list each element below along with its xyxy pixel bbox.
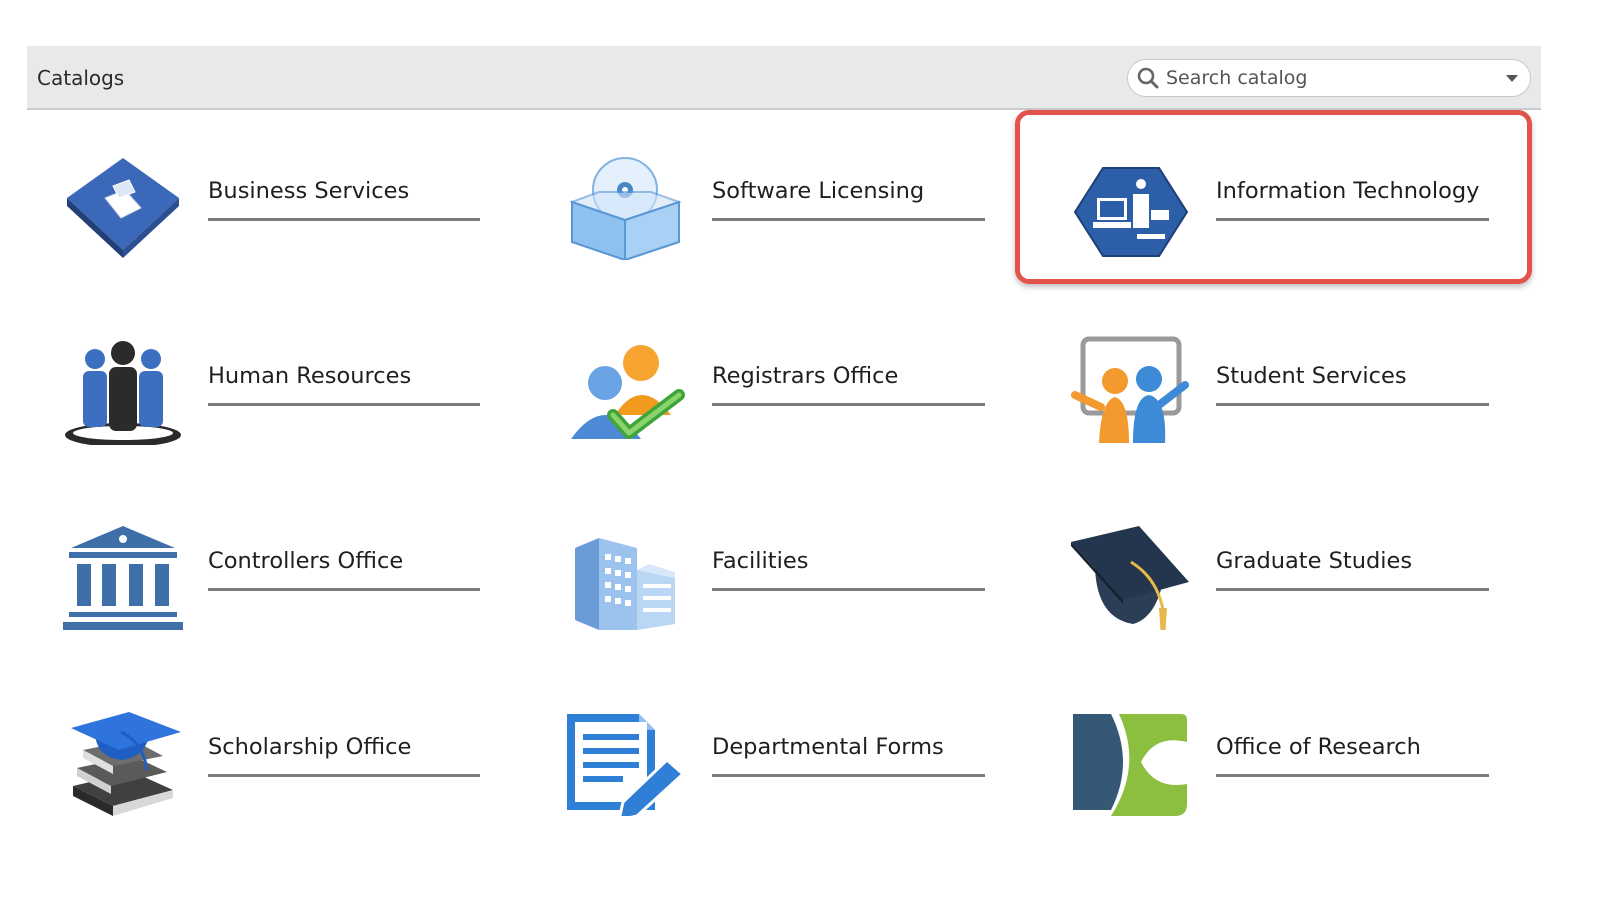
catalog-tile-graduate-studies[interactable]: Graduate Studies xyxy=(1071,510,1531,640)
catalog-tile-office-of-research[interactable]: Office of Research xyxy=(1071,696,1531,826)
catalog-tile-facilities[interactable]: Facilities xyxy=(567,510,1027,640)
search-catalog-box[interactable] xyxy=(1127,59,1531,97)
catalog-tile-controllers-office[interactable]: Controllers Office xyxy=(63,510,523,640)
research-logo-icon xyxy=(1073,714,1187,816)
catalog-tile-student-services[interactable]: Student Services xyxy=(1071,325,1531,455)
divider xyxy=(1216,774,1489,777)
divider xyxy=(712,774,985,777)
catalog-tile-business-services[interactable]: Business Services xyxy=(63,140,523,270)
catalog-label: Scholarship Office xyxy=(208,734,412,760)
divider xyxy=(712,588,985,591)
catalog-label: Software Licensing xyxy=(712,178,925,204)
catalog-label: Departmental Forms xyxy=(712,734,944,760)
catalog-tile-departmental-forms[interactable]: Departmental Forms xyxy=(567,696,1027,826)
divider xyxy=(712,403,985,406)
catalog-label: Controllers Office xyxy=(208,548,404,574)
user-check-icon xyxy=(571,345,685,439)
divider xyxy=(208,218,480,221)
divider xyxy=(208,774,480,777)
catalog-tile-human-resources[interactable]: Human Resources xyxy=(63,325,523,455)
divider xyxy=(208,588,480,591)
catalog-label: Student Services xyxy=(1216,363,1407,389)
page-title: Catalogs xyxy=(37,66,125,90)
highlight-annotation xyxy=(1015,110,1532,284)
catalog-tile-registrars-office[interactable]: Registrars Office xyxy=(567,325,1027,455)
software-box-icon xyxy=(569,157,683,260)
divider xyxy=(208,403,480,406)
chevron-down-icon[interactable] xyxy=(1506,75,1518,82)
divider xyxy=(1216,588,1489,591)
catalog-tile-scholarship-office[interactable]: Scholarship Office xyxy=(63,696,523,826)
search-icon xyxy=(1137,67,1159,89)
books-cap-icon xyxy=(71,712,181,816)
folder-icon xyxy=(67,158,179,258)
catalog-label: Human Resources xyxy=(208,363,412,389)
people-group-icon xyxy=(65,341,181,445)
catalog-label: Graduate Studies xyxy=(1216,548,1413,574)
form-edit-icon xyxy=(567,714,686,816)
catalog-label: Facilities xyxy=(712,548,809,574)
office-building-icon xyxy=(575,538,675,630)
catalog-label: Business Services xyxy=(208,178,410,204)
search-input[interactable] xyxy=(1166,64,1486,92)
catalog-header: Catalogs xyxy=(27,46,1541,110)
bank-building-icon xyxy=(63,526,183,630)
students-board-icon xyxy=(1071,336,1189,443)
catalog-tile-software-licensing[interactable]: Software Licensing xyxy=(567,140,1027,270)
catalog-label: Office of Research xyxy=(1216,734,1421,760)
divider xyxy=(712,218,985,221)
catalog-label: Registrars Office xyxy=(712,363,899,389)
divider xyxy=(1216,403,1489,406)
graduation-cap-icon xyxy=(1071,526,1189,630)
